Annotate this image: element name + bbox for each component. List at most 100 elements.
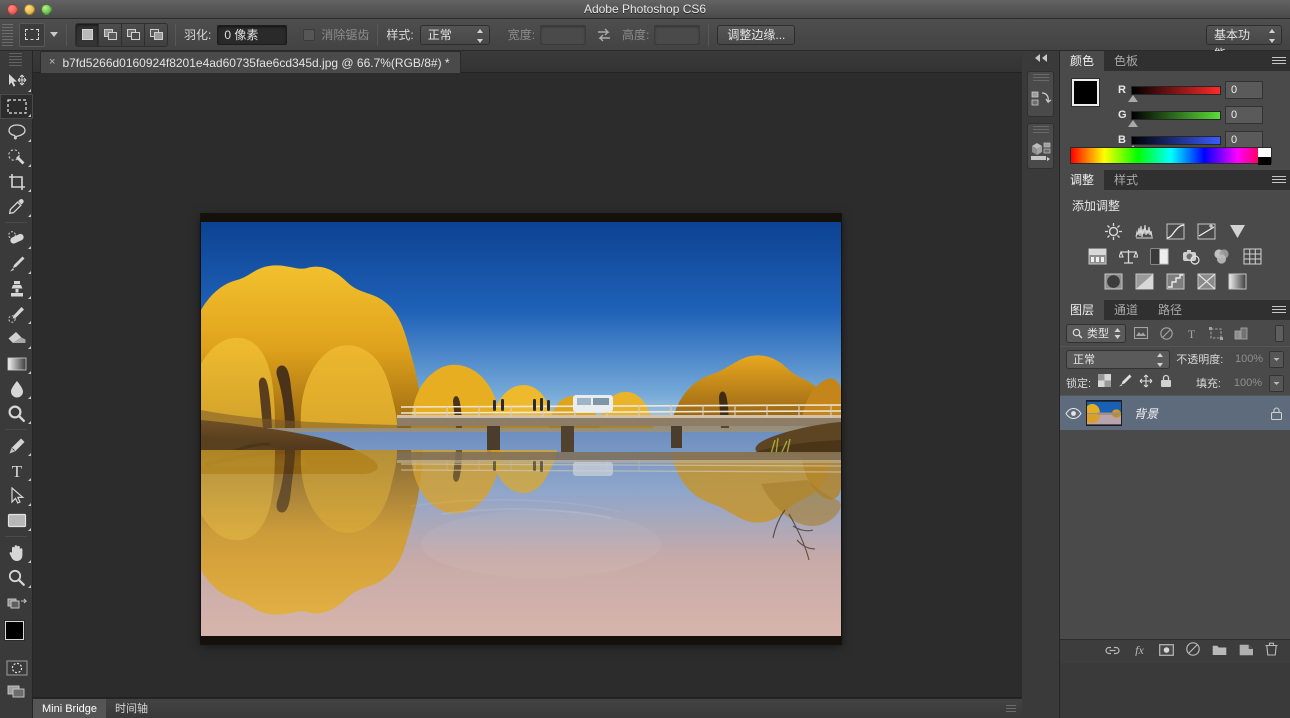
color-balance-icon[interactable] <box>1117 246 1140 267</box>
height-input[interactable] <box>654 25 700 45</box>
canvas[interactable] <box>33 73 1022 697</box>
refine-edge-button[interactable]: 调整边缘... <box>717 25 795 45</box>
close-icon[interactable]: × <box>49 57 55 68</box>
panel-menu-icon[interactable] <box>1272 174 1286 185</box>
expand-panels-button[interactable] <box>1022 51 1059 65</box>
mini-bridge-dock-group[interactable] <box>1027 123 1054 169</box>
bottom-panel-grip[interactable] <box>1006 705 1016 713</box>
photo-filter-icon[interactable] <box>1179 246 1202 267</box>
panel-menu-icon[interactable] <box>1272 304 1286 315</box>
opacity-value[interactable]: 100% <box>1229 353 1263 365</box>
filter-type-icon[interactable]: T <box>1181 324 1201 343</box>
toolbar-grip[interactable] <box>9 53 22 67</box>
filter-pixel-icon[interactable] <box>1131 324 1151 343</box>
feather-input[interactable]: 0 像素 <box>217 25 287 45</box>
blur-tool[interactable] <box>0 376 33 401</box>
path-selection-tool[interactable] <box>0 483 33 508</box>
brush-tool[interactable] <box>0 251 33 276</box>
tab-timeline[interactable]: 时间轴 <box>106 699 157 718</box>
gradient-tool[interactable] <box>0 351 33 376</box>
threshold-icon[interactable] <box>1164 271 1187 292</box>
tool-preset-chevron-down-icon[interactable] <box>50 32 58 37</box>
lasso-tool[interactable] <box>0 119 33 144</box>
green-value-input[interactable]: 0 <box>1225 106 1263 124</box>
subtract-from-selection-button[interactable] <box>121 23 145 47</box>
opacity-stepper[interactable] <box>1269 351 1284 368</box>
filter-enable-toggle[interactable] <box>1275 325 1284 342</box>
quick-selection-tool[interactable] <box>0 144 33 169</box>
eyedropper-tool[interactable] <box>0 194 33 219</box>
healing-brush-tool[interactable] <box>0 226 33 251</box>
tab-layers[interactable]: 图层 <box>1060 300 1104 320</box>
width-input[interactable] <box>540 25 586 45</box>
move-tool[interactable] <box>0 69 33 94</box>
lock-transparent-pixels-icon[interactable] <box>1098 374 1111 392</box>
options-bar-grip[interactable] <box>2 24 13 46</box>
layer-style-fx-icon[interactable]: fx <box>1132 643 1147 661</box>
hue-saturation-icon[interactable] <box>1086 246 1109 267</box>
workspace-select[interactable]: 基本功能 <box>1206 25 1282 45</box>
lock-all-icon[interactable] <box>1160 374 1172 393</box>
color-spectrum-ramp[interactable] <box>1070 147 1272 164</box>
image-canvas[interactable] <box>201 214 841 644</box>
type-tool[interactable]: T <box>0 458 33 483</box>
ramp-endpoint-swatches[interactable] <box>1258 148 1271 165</box>
history-dock-group[interactable] <box>1027 71 1054 117</box>
rectangular-marquee-icon[interactable] <box>19 23 45 47</box>
document-tab[interactable]: × b7fd5266d0160924f8201e4ad60735fae6cd34… <box>40 51 461 73</box>
panel-foreground-color-swatch[interactable] <box>1072 79 1099 106</box>
green-slider[interactable] <box>1131 111 1221 120</box>
black-white-icon[interactable] <box>1148 246 1171 267</box>
swap-width-height-icon[interactable] <box>596 28 612 42</box>
zoom-tool[interactable] <box>0 565 33 590</box>
clone-stamp-tool[interactable] <box>0 276 33 301</box>
intersect-with-selection-button[interactable] <box>144 23 168 47</box>
exposure-icon[interactable] <box>1195 221 1218 242</box>
tab-paths[interactable]: 路径 <box>1148 300 1192 320</box>
new-layer-icon[interactable] <box>1239 643 1253 661</box>
new-selection-button[interactable] <box>75 23 99 47</box>
filter-adjustment-icon[interactable] <box>1156 324 1176 343</box>
invert-icon[interactable] <box>1102 271 1125 292</box>
channel-mixer-icon[interactable] <box>1210 246 1233 267</box>
tab-mini-bridge[interactable]: Mini Bridge <box>33 699 106 718</box>
gradient-map-icon[interactable] <box>1226 271 1249 292</box>
fill-value[interactable]: 100% <box>1228 377 1262 389</box>
panel-menu-icon[interactable] <box>1272 55 1286 66</box>
green-slider-thumb[interactable] <box>1128 120 1138 127</box>
add-to-selection-button[interactable] <box>98 23 122 47</box>
selective-color-icon[interactable] <box>1195 271 1218 292</box>
new-fill-adjustment-icon[interactable] <box>1186 642 1200 661</box>
rectangular-marquee-tool[interactable] <box>0 94 33 119</box>
screen-mode-button[interactable] <box>0 679 33 703</box>
table-row[interactable]: 背景 <box>1060 396 1290 430</box>
layer-filter-kind-select[interactable]: 类型 <box>1066 324 1126 343</box>
color-panel-swatches[interactable] <box>1072 79 1110 117</box>
pen-tool[interactable] <box>0 433 33 458</box>
link-layers-icon[interactable] <box>1105 643 1120 661</box>
color-swatches[interactable] <box>0 619 33 657</box>
curves-icon[interactable] <box>1164 221 1187 242</box>
tab-swatches[interactable]: 色板 <box>1104 51 1148 71</box>
quick-mask-button[interactable] <box>0 657 33 679</box>
filter-shape-icon[interactable] <box>1206 324 1226 343</box>
edit-toolbar-button[interactable] <box>0 590 33 615</box>
style-select[interactable]: 正常 <box>420 25 490 45</box>
foreground-color-swatch[interactable] <box>5 621 24 640</box>
selection-mode-group[interactable] <box>75 23 167 47</box>
add-layer-mask-icon[interactable] <box>1159 643 1174 661</box>
red-slider[interactable] <box>1131 86 1221 95</box>
history-brush-tool[interactable] <box>0 301 33 326</box>
vibrance-icon[interactable] <box>1226 221 1249 242</box>
tab-color[interactable]: 颜色 <box>1060 51 1104 71</box>
new-group-icon[interactable] <box>1212 643 1227 661</box>
tab-styles[interactable]: 样式 <box>1104 170 1148 190</box>
dock-grip[interactable] <box>1033 74 1049 82</box>
dock-grip[interactable] <box>1033 126 1049 134</box>
history-panel-icon[interactable] <box>1028 82 1053 116</box>
fill-stepper[interactable] <box>1269 375 1284 392</box>
blue-slider[interactable] <box>1131 136 1221 145</box>
color-lookup-icon[interactable] <box>1241 246 1264 267</box>
dodge-tool[interactable] <box>0 401 33 426</box>
layer-visibility-toggle[interactable] <box>1060 408 1086 419</box>
